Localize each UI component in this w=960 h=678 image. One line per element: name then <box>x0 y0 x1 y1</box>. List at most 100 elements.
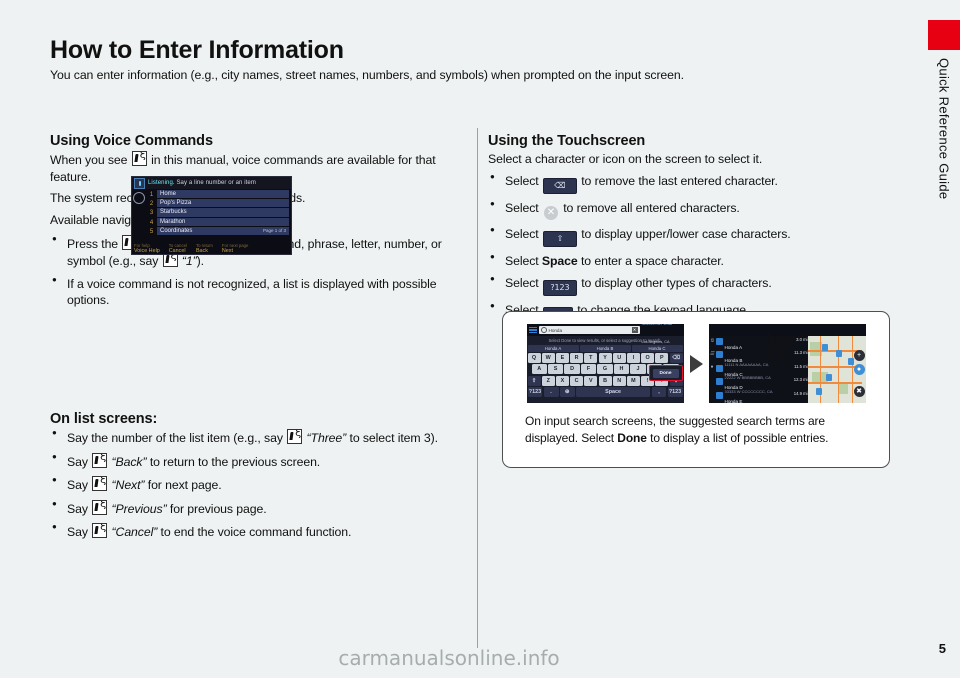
key-period[interactable]: . <box>543 386 559 397</box>
voice-command-icon <box>92 523 108 539</box>
backspace-key[interactable]: ⌫ <box>669 353 683 364</box>
column-divider <box>477 128 478 648</box>
touchscreen-intro: Select a character or icon on the screen… <box>488 152 763 166</box>
poi-marker-icon <box>715 351 723 359</box>
key-z[interactable]: Z <box>541 375 555 386</box>
key-y[interactable]: Y <box>598 353 612 364</box>
list-number: 4 <box>149 219 154 226</box>
key-j[interactable]: J <box>630 364 646 375</box>
voice-command-icon <box>92 452 108 468</box>
results-list: Honda A 11111 N AAAAAAAA, CA 3.0 mi Hond… <box>715 336 808 403</box>
table-row[interactable]: Honda A 11111 N AAAAAAAA, CA 3.0 mi <box>715 336 808 366</box>
key-b[interactable]: B <box>598 375 612 386</box>
map-pin[interactable] <box>835 350 842 357</box>
symbols-key-right[interactable]: ?123 <box>667 386 683 397</box>
voice-command-icon <box>92 476 108 492</box>
key-p[interactable]: P <box>655 353 669 364</box>
list-number: 3 <box>149 210 154 217</box>
shift-key[interactable]: ⇧ <box>527 375 541 386</box>
manual-page: How to Enter Information You can enter i… <box>0 0 898 678</box>
done-button[interactable]: Done <box>652 368 679 378</box>
key-o[interactable]: O <box>641 353 655 364</box>
touchscreen-bullet-list: Select ⌫ to remove the last entered char… <box>488 172 898 324</box>
search-icon <box>540 327 547 333</box>
suggestion-item[interactable]: Honda B <box>579 345 631 352</box>
voice-command-icon <box>92 499 108 515</box>
map-view[interactable]: + ● ✖ <box>807 336 866 403</box>
list-bullet-cancel: Say “Cancel” to end the voice command fu… <box>50 522 468 541</box>
table-row[interactable]: Honda B 22222 W BBBBBBBB, CA 11.3 mi <box>715 349 808 380</box>
list-item-label: Coordinates <box>160 227 193 234</box>
list-item[interactable]: Marathon <box>157 217 289 226</box>
key-x[interactable]: X <box>555 375 569 386</box>
search-input-value: Honda <box>548 327 563 333</box>
list-item[interactable]: Pop's Pizza <box>157 199 289 208</box>
key-s[interactable]: S <box>547 364 564 375</box>
symbols-key[interactable]: ?123 <box>527 386 543 397</box>
result-name: Honda B <box>724 358 743 364</box>
search-input-value: Honda <box>713 324 760 328</box>
meta-line-1: Searching near <box>767 324 839 329</box>
footer-action-back[interactable]: To return Back <box>196 243 213 254</box>
key-v[interactable]: V <box>584 375 598 386</box>
key-w[interactable]: W <box>541 353 555 364</box>
footer-action-voice-help[interactable]: For help Voice Help <box>134 243 160 254</box>
list-item[interactable]: Starbucks <box>157 208 289 217</box>
symbols-key-icon: ?123 <box>542 280 577 297</box>
footer-action-next[interactable]: For next page Next <box>222 243 249 254</box>
globe-key[interactable]: ⊕ <box>559 386 575 397</box>
pin-icon[interactable]: ● <box>710 364 713 370</box>
key-e[interactable]: E <box>555 353 569 364</box>
meta-line-1: Select/Enter What <box>641 324 673 327</box>
voice-screen-body: 1 2 3 4 5 Home Pop's Pizza Starbucks Mar… <box>132 189 291 243</box>
search-input[interactable]: Honda ✕ <box>538 326 640 334</box>
key-f[interactable]: F <box>580 364 597 375</box>
bullet-post: to remove all entered characters. <box>563 200 740 215</box>
keyboard-row-1: Q W E R T Y U I O P ⌫ <box>527 352 684 364</box>
space-key[interactable]: Space <box>575 386 651 397</box>
zoom-in-button[interactable]: + <box>853 350 865 361</box>
key-a[interactable]: A <box>531 364 547 375</box>
clear-search-icon[interactable]: ✕ <box>631 327 638 333</box>
filter-icon[interactable]: ☰ <box>710 351 714 357</box>
map-pin[interactable] <box>821 344 828 351</box>
map-pin[interactable] <box>847 358 854 365</box>
suggestion-item[interactable]: Honda A <box>527 345 579 352</box>
list-item[interactable]: Coordinates Page 1 of 3 <box>157 226 289 235</box>
voice-screen-footer: For help Voice Help To cancel Cancel To … <box>132 243 291 254</box>
key-g[interactable]: G <box>597 364 613 375</box>
callout-caption: On input search screens, the suggested s… <box>503 403 889 447</box>
footer-action-cancel[interactable]: To cancel Cancel <box>169 243 187 254</box>
key-r[interactable]: R <box>570 353 584 364</box>
bullet-pre: Select <box>505 253 539 268</box>
list-item[interactable]: Home <box>157 190 289 199</box>
bullet-post: to remove the last entered character. <box>581 173 778 188</box>
table-row[interactable]: Honda C 33333 W CCCCCCCC, CA 11.5 mi <box>715 363 808 393</box>
table-row[interactable]: Honda E 55555 E EEEEEEEE, CA 14.9 mi <box>715 390 808 403</box>
map-pin[interactable] <box>815 388 822 395</box>
key-n[interactable]: N <box>612 375 626 386</box>
key-i[interactable]: I <box>626 353 640 364</box>
key-q[interactable]: Q <box>527 353 541 364</box>
key-comma[interactable]: , <box>651 386 667 397</box>
map-expand-button[interactable]: ✖ <box>853 386 865 397</box>
key-m[interactable]: M <box>626 375 640 386</box>
table-row[interactable]: Honda D 44444 W DDDDDDDD, CA 12.3 mi <box>715 376 808 403</box>
map-pin[interactable] <box>825 374 832 381</box>
list-bullet-say-number: Say the number of the list item (e.g., s… <box>50 428 468 447</box>
key-u[interactable]: U <box>612 353 626 364</box>
touch-bullet-clear-all: Select ✕ to remove all entered character… <box>488 199 898 220</box>
key-d[interactable]: D <box>564 364 580 375</box>
caption-bold: Done <box>617 430 647 445</box>
map-road <box>851 336 854 403</box>
key-c[interactable]: C <box>570 375 584 386</box>
bullet-pre: Select <box>505 200 539 215</box>
key-t[interactable]: T <box>584 353 598 364</box>
map-layers-button[interactable]: ● <box>853 364 865 375</box>
hamburger-menu-icon[interactable] <box>528 326 537 334</box>
map-road <box>807 382 862 384</box>
search-results-screenshot: Honda ✕ Searching near Los Angeles, CA ⇅… <box>708 324 866 403</box>
key-h[interactable]: H <box>613 364 630 375</box>
sort-icon[interactable]: ⇅ <box>710 338 714 344</box>
suggestion-item[interactable]: Honda C <box>631 345 683 352</box>
